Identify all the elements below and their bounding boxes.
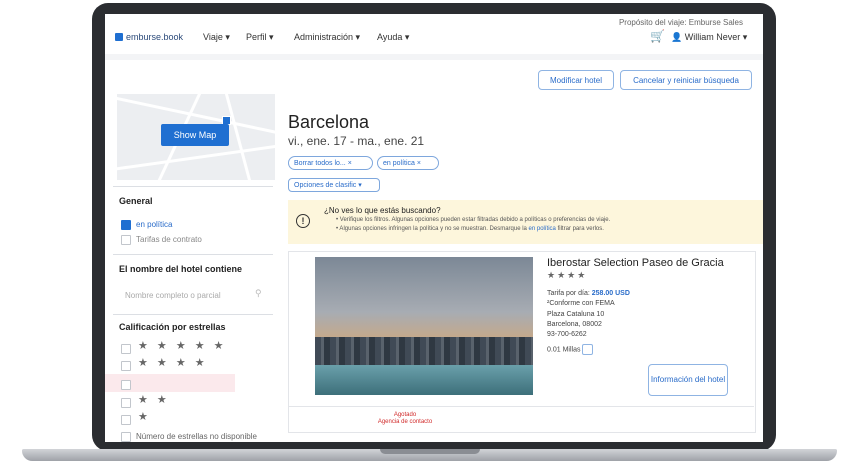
in-policy-link[interactable]: en política	[529, 226, 556, 232]
divider	[113, 186, 273, 187]
user-name: William Never ▾	[684, 32, 748, 42]
hotel-stars: ★★★★	[547, 270, 588, 280]
hotel-name-input[interactable]: Nombre completo o parcial ⚲	[119, 286, 267, 304]
alert-line-1: • Verifique los filtros. Algunas opcione…	[336, 217, 611, 223]
star-4-checkbox[interactable]	[121, 361, 131, 371]
pool-water	[315, 365, 533, 395]
hotel-address-2: Barcelona, 08002	[547, 321, 602, 328]
user-icon: 👤	[671, 32, 683, 42]
cancel-reset-button[interactable]: Cancelar y reiniciar búsqueda	[620, 70, 752, 90]
star-1-checkbox[interactable]	[121, 415, 131, 425]
subheader-bar	[105, 54, 763, 60]
app-screen: emburse.book Viaje ▾ Perfil ▾ Administra…	[105, 14, 763, 442]
hotel-photo[interactable]	[315, 257, 533, 395]
rate-label: Tarifa por día:	[547, 290, 590, 297]
rate-line: Tarifa por día: 258.00 USD	[547, 290, 630, 297]
rate-value: 258.00 USD	[591, 290, 630, 297]
star-2-label: ★ ★	[138, 394, 170, 406]
map-icon[interactable]	[582, 344, 594, 355]
hotel-distance: 0.01 Millas	[547, 344, 594, 355]
in-policy-chip[interactable]: en política ×	[377, 156, 439, 170]
clear-all-chip[interactable]: Borrar todos lo... ×	[288, 156, 373, 170]
star-4-label: ★ ★ ★ ★	[138, 357, 208, 369]
availability-status: Agotado Agencia de contacto	[350, 412, 460, 426]
travel-dates: vi., ene. 17 - ma., ene. 21	[288, 134, 425, 148]
map-preview[interactable]: Show Map	[117, 94, 275, 180]
no-rating-checkbox[interactable]	[121, 432, 131, 442]
star-1-label: ★	[138, 411, 151, 423]
city-skyline	[315, 337, 533, 367]
trip-purpose: Propósito del viaje: Emburse Sales	[618, 18, 743, 27]
nav-administracion[interactable]: Administración ▾	[294, 32, 360, 43]
star-5-label: ★ ★ ★ ★ ★	[138, 340, 227, 352]
show-map-button[interactable]: Show Map	[161, 124, 229, 146]
alert-line-2-tail: filtrar para verlos.	[555, 226, 604, 232]
distance-value: 0.01 Millas	[547, 346, 581, 354]
nav-viaje[interactable]: Viaje ▾	[203, 32, 230, 43]
in-policy-label: en política	[136, 220, 173, 229]
star-rating-heading: Calificación por estrellas	[119, 322, 226, 332]
laptop-notch	[380, 449, 480, 454]
hotel-address-1: Plaza Cataluna 10	[547, 311, 605, 318]
top-navigation: emburse.book Viaje ▾ Perfil ▾ Administra…	[105, 14, 763, 54]
modify-hotel-button[interactable]: Modificar hotel	[538, 70, 614, 90]
no-rating-label: Número de estrellas no disponible	[136, 432, 257, 441]
sold-out-text: Agotado	[393, 412, 417, 418]
user-menu[interactable]: 👤 William Never ▾	[671, 32, 747, 43]
info-icon: !	[296, 214, 310, 228]
cart-icon[interactable]: 🛒	[650, 29, 665, 43]
star-2-checkbox[interactable]	[121, 398, 131, 408]
nav-perfil[interactable]: Perfil ▾	[246, 32, 274, 43]
alert-line-2: • Algunas opciones infringen la política…	[336, 226, 604, 232]
city-title: Barcelona	[288, 112, 370, 132]
nav-ayuda[interactable]: Ayuda ▾	[377, 32, 409, 43]
star-5-checkbox[interactable]	[121, 344, 131, 354]
hotel-name-heading: El nombre del hotel contiene	[119, 264, 243, 274]
star-3-label: ★ ★ ★	[138, 376, 189, 388]
hotel-info-button[interactable]: Información del hotel	[648, 364, 728, 396]
star-3-checkbox[interactable]	[121, 380, 131, 390]
hotel-name[interactable]: Iberostar Selection Paseo de Gracia	[547, 257, 724, 269]
logo-text: emburse.book	[126, 32, 184, 42]
hotel-name-placeholder: Nombre completo o parcial	[125, 291, 221, 300]
info-alert: ! ¿No ves lo que estás buscando? • Verif…	[288, 200, 763, 244]
card-divider	[288, 406, 754, 407]
divider	[113, 254, 273, 255]
contact-agency-link[interactable]: Agencia de contacto	[350, 419, 460, 426]
search-icon: ⚲	[255, 288, 262, 298]
fema-compliance: ²Conforme con FEMA	[547, 300, 615, 307]
map-road	[117, 143, 275, 172]
contract-rates-checkbox[interactable]	[121, 235, 131, 245]
alert-line-2-text: • Algunas opciones infringen la política…	[336, 226, 529, 232]
general-heading: General	[119, 196, 153, 206]
app-logo[interactable]: emburse.book	[115, 32, 183, 42]
in-policy-checkbox[interactable]	[121, 220, 131, 230]
sort-options-dropdown[interactable]: Opciones de clasific ▾	[288, 178, 380, 192]
contract-rates-label: Tarifas de contrato	[136, 235, 202, 244]
hotel-phone: 93-700-6262	[547, 331, 587, 338]
divider	[113, 314, 273, 315]
alert-title: ¿No ves lo que estás buscando?	[324, 206, 441, 215]
logo-icon	[115, 33, 123, 41]
